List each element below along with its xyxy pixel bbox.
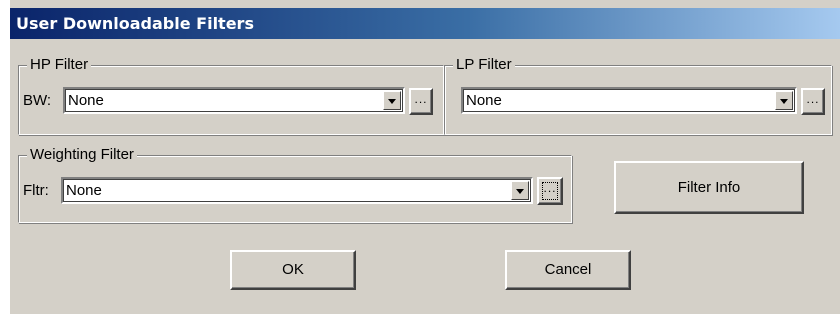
weighting-filter-select[interactable]: None [61, 177, 533, 204]
title-bar[interactable]: User Downloadable Filters [10, 8, 840, 39]
filter-info-button[interactable]: Filter Info [614, 161, 804, 214]
weighting-filter-legend: Weighting Filter [27, 146, 137, 164]
focus-rectangle [542, 182, 558, 200]
lp-filter-browse-button[interactable]: ... [801, 88, 825, 115]
weighting-filter-group: Weighting Filter Fltr: None ... [18, 146, 572, 223]
dropdown-arrow-icon[interactable] [511, 181, 529, 200]
ok-label: OK [282, 261, 304, 278]
weighting-filter-value: None [66, 182, 102, 199]
weighting-fltr-label: Fltr: [23, 182, 49, 199]
cancel-label: Cancel [544, 261, 592, 278]
hp-filter-select[interactable]: None [63, 87, 405, 114]
lp-filter-browse-label: ... [806, 92, 820, 106]
window-title: User Downloadable Filters [16, 14, 254, 33]
hp-filter-browse-label: ... [414, 92, 428, 106]
dialog-window: User Downloadable Filters HP Filter BW: … [8, 0, 840, 314]
hp-filter-legend: HP Filter [27, 56, 92, 74]
dropdown-arrow-icon[interactable] [383, 91, 401, 110]
hp-filter-value: None [68, 92, 104, 109]
lp-filter-legend: LP Filter [453, 56, 515, 74]
lp-filter-group: LP Filter None ... [444, 56, 832, 135]
lp-filter-value: None [466, 92, 502, 109]
cancel-button[interactable]: Cancel [505, 250, 631, 290]
hp-filter-browse-button[interactable]: ... [409, 88, 433, 115]
weighting-filter-browse-button[interactable]: ... [537, 177, 563, 205]
filter-info-label: Filter Info [677, 179, 741, 196]
dropdown-arrow-icon[interactable] [775, 91, 793, 110]
hp-filter-group: HP Filter BW: None ... [18, 56, 444, 135]
ok-button[interactable]: OK [230, 250, 356, 290]
lp-filter-select[interactable]: None [461, 87, 797, 114]
hp-bw-label: BW: [23, 92, 52, 109]
